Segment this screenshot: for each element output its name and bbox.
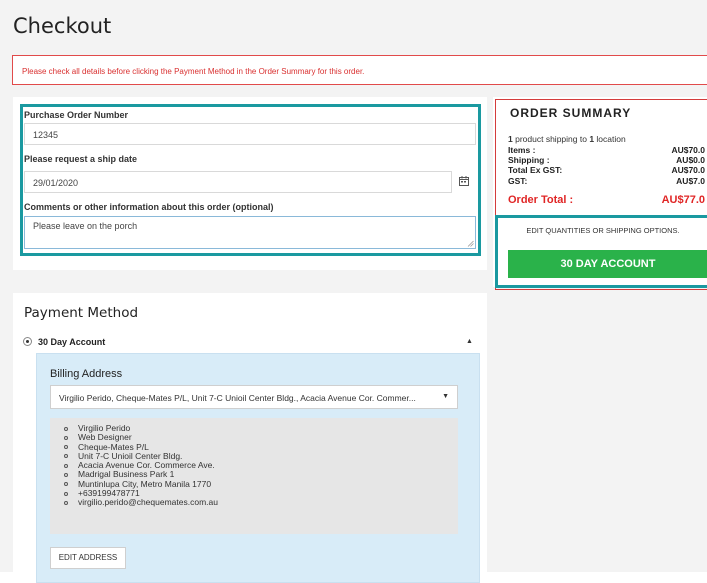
address-line-text: virgilio.perido@chequemates.com.au (78, 497, 218, 508)
collapse-caret-icon[interactable]: ▲ (466, 338, 473, 345)
bullet-icon (64, 491, 68, 496)
notice-banner: Please check all details before clicking… (12, 55, 707, 85)
order-summary-title: ORDER SUMMARY (510, 106, 632, 120)
bullet-icon (64, 454, 68, 459)
bullet-icon (64, 463, 68, 468)
location-count: 1 (589, 134, 595, 144)
summary-row-value: AU$70.0 (671, 145, 705, 155)
bullet-icon (64, 426, 68, 431)
summary-row-label: Total Ex GST: (508, 165, 563, 175)
billing-address-title: Billing Address (50, 368, 123, 380)
resize-grip-icon[interactable] (467, 240, 474, 247)
calendar-icon[interactable] (459, 176, 469, 186)
payment-method-title: Payment Method (24, 305, 139, 321)
product-count: 1 (508, 134, 513, 144)
ship-date-label: Please request a ship date (24, 154, 138, 164)
summary-row-label: GST: (508, 176, 528, 186)
shipping-text-2: location (596, 134, 626, 144)
comments-text: Please leave on the porch (33, 221, 138, 231)
edit-address-button[interactable]: EDIT ADDRESS (50, 547, 126, 569)
bullet-icon (64, 472, 68, 477)
bullet-icon (64, 435, 68, 440)
thirty-day-account-button[interactable]: 30 DAY ACCOUNT (508, 250, 707, 278)
order-total-label: Order Total : (508, 194, 574, 206)
dropdown-caret-icon: ▼ (442, 393, 449, 400)
summary-row-label: Shipping : (508, 155, 550, 165)
shipping-text-1: product shipping to (515, 134, 587, 144)
order-total-value: AU$77.0 (661, 194, 705, 206)
address-line: virgilio.perido@chequemates.com.au (64, 498, 218, 507)
comments-textarea[interactable]: Please leave on the porch (24, 216, 476, 249)
billing-address-select[interactable]: Virgilio Perido, Cheque-Mates P/L, Unit … (50, 385, 458, 409)
bullet-icon (64, 482, 68, 487)
summary-row-value: AU$70.0 (671, 165, 705, 175)
payment-option-radio[interactable] (23, 337, 32, 346)
po-number-input[interactable]: 12345 (24, 123, 476, 145)
po-number-label: Purchase Order Number (24, 110, 129, 120)
edit-quantities-link[interactable]: EDIT QUANTITIES OR SHIPPING OPTIONS. (508, 226, 698, 235)
bullet-icon (64, 500, 68, 505)
shipping-summary: 1 product shipping to 1 location (508, 134, 626, 144)
summary-row-value: AU$0.0 (676, 155, 705, 165)
summary-row-label: Items : (508, 145, 536, 155)
page-title: Checkout (13, 14, 112, 38)
address-list: Virgilio Perido Web Designer Cheque-Mate… (64, 423, 218, 508)
billing-address-selected: Virgilio Perido, Cheque-Mates P/L, Unit … (59, 393, 416, 403)
summary-row-value: AU$7.0 (676, 176, 705, 186)
payment-option-label[interactable]: 30 Day Account (38, 337, 105, 347)
bullet-icon (64, 445, 68, 450)
comments-label: Comments or other information about this… (24, 202, 274, 212)
ship-date-input[interactable]: 29/01/2020 (24, 171, 452, 193)
